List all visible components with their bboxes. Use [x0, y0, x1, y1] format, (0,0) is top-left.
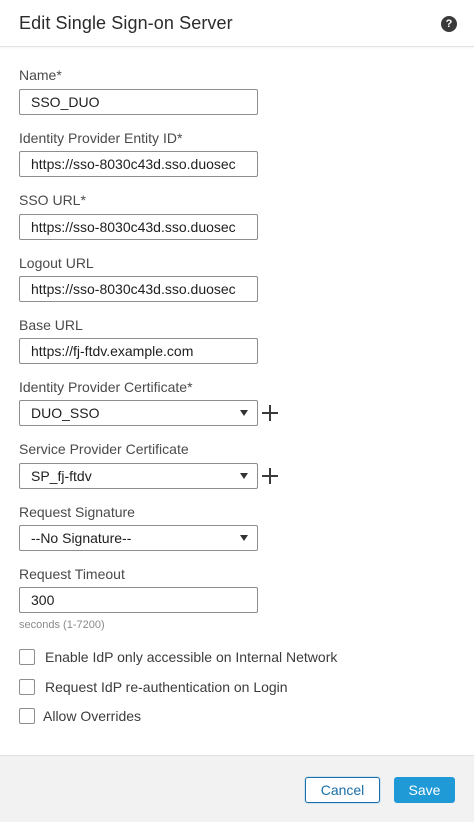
add-idp-certificate-plus-icon[interactable] — [261, 404, 279, 422]
reauth-checkbox-row[interactable]: Request IdP re-authentication on Login — [19, 678, 299, 698]
reauth-checkbox[interactable] — [19, 679, 35, 695]
overrides-checkbox-label: Allow Overrides — [43, 708, 142, 724]
name-label: Name* — [19, 67, 62, 83]
chevron-down-icon — [240, 410, 248, 416]
sso-url-label: SSO URL* — [19, 192, 86, 208]
chevron-down-icon — [240, 473, 248, 479]
idp-certificate-label: Identity Provider Certificate* — [19, 379, 193, 395]
request-signature-label: Request Signature — [19, 504, 135, 520]
reauth-checkbox-label: Request IdP re-authentication on Login — [45, 679, 288, 695]
base-url-input[interactable] — [19, 338, 258, 364]
idp-certificate-select[interactable]: DUO_SSO — [19, 400, 258, 426]
sso-url-input[interactable] — [19, 214, 258, 240]
internal-network-checkbox-label: Enable IdP only accessible on Internal N… — [45, 649, 338, 665]
logout-url-label: Logout URL — [19, 255, 94, 271]
dialog-header: Edit Single Sign-on Server ? — [0, 0, 474, 47]
request-timeout-label: Request Timeout — [19, 566, 125, 582]
request-timeout-input[interactable] — [19, 587, 258, 613]
entity-id-input[interactable] — [19, 151, 258, 177]
edit-sso-server-dialog: Edit Single Sign-on Server ? Name* Ident… — [0, 0, 474, 822]
sp-certificate-label: Service Provider Certificate — [19, 441, 189, 457]
help-icon[interactable]: ? — [441, 16, 457, 32]
cancel-button[interactable]: Cancel — [305, 777, 380, 803]
request-signature-select[interactable]: --No Signature-- — [19, 525, 258, 551]
request-timeout-hint: seconds (1-7200) — [19, 619, 105, 631]
overrides-checkbox[interactable] — [19, 708, 35, 724]
dialog-title: Edit Single Sign-on Server — [19, 13, 233, 33]
chevron-down-icon — [240, 535, 248, 541]
base-url-label: Base URL — [19, 317, 83, 333]
name-input[interactable] — [19, 89, 258, 115]
sp-certificate-select[interactable]: SP_fj-ftdv — [19, 463, 258, 489]
sp-certificate-value: SP_fj-ftdv — [31, 468, 92, 484]
save-button[interactable]: Save — [394, 777, 455, 803]
internal-network-checkbox[interactable] — [19, 649, 35, 665]
dialog-footer: Cancel Save — [0, 755, 474, 822]
idp-certificate-value: DUO_SSO — [31, 405, 100, 421]
add-sp-certificate-plus-icon[interactable] — [261, 467, 279, 485]
logout-url-input[interactable] — [19, 276, 258, 302]
overrides-checkbox-row[interactable]: Allow Overrides — [19, 707, 159, 727]
entity-id-label: Identity Provider Entity ID* — [19, 130, 183, 146]
request-signature-value: --No Signature-- — [31, 530, 132, 546]
internal-network-checkbox-row[interactable]: Enable IdP only accessible on Internal N… — [19, 648, 349, 668]
